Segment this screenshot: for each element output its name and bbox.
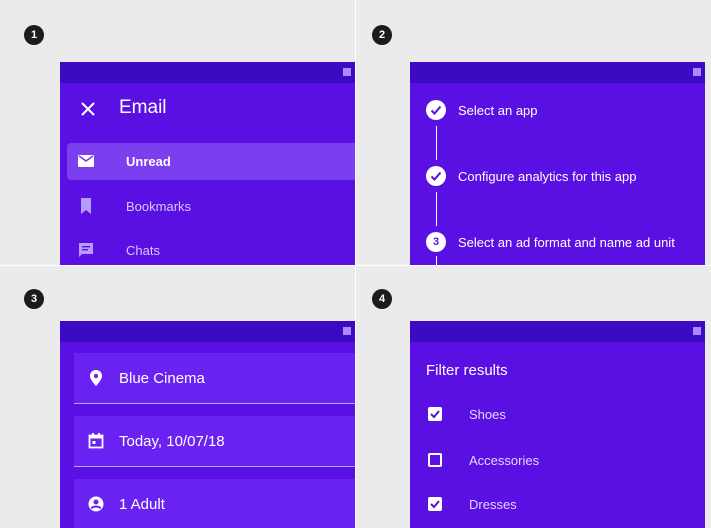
status-bar: [410, 321, 705, 342]
step-label[interactable]: Select an ad format and name ad unit: [458, 235, 675, 250]
panel-number-badge: 4: [372, 289, 392, 309]
panel-1: 1 Email Unread Bookmarks Chats: [0, 0, 355, 265]
check-icon: [430, 410, 440, 419]
stepper-screen: Select an app Configure analytics for th…: [410, 62, 705, 265]
status-indicator: [693, 327, 701, 335]
field-label: Today, 10/07/18: [119, 433, 225, 450]
step-number-badge: 3: [426, 232, 446, 252]
status-bar: [60, 321, 355, 342]
panel-number-badge: 2: [372, 25, 392, 45]
nav-item-unread[interactable]: Unread: [67, 143, 355, 180]
close-icon[interactable]: [80, 101, 96, 117]
panel-number-badge: 1: [24, 25, 44, 45]
account-icon: [88, 496, 104, 512]
status-indicator: [343, 327, 351, 335]
location-pin-icon: [90, 370, 102, 386]
field-guests[interactable]: 1 Adult: [74, 479, 355, 528]
step-connector: [436, 126, 437, 160]
nav-item-bookmarks[interactable]: Bookmarks: [67, 188, 355, 225]
filter-screen: Filter results Shoes Accessories Dresses: [410, 321, 705, 528]
panel-4: 4 Filter results Shoes Accessories Dress…: [356, 266, 711, 528]
check-icon: [430, 500, 440, 509]
calendar-icon: [88, 433, 104, 449]
step-complete-icon: [426, 166, 446, 186]
nav-item-chats[interactable]: Chats: [67, 232, 355, 265]
check-icon: [430, 105, 442, 115]
field-date[interactable]: Today, 10/07/18: [74, 416, 355, 467]
status-bar: [60, 62, 355, 83]
step-label[interactable]: Select an app: [458, 103, 538, 118]
panel-3: 3 Blue Cinema Today, 10/07/18 1 Adult: [0, 266, 355, 528]
status-bar: [410, 62, 705, 83]
step-connector: [436, 256, 437, 265]
nav-label: Unread: [126, 154, 171, 169]
field-label: Blue Cinema: [119, 370, 205, 387]
step-label[interactable]: Configure analytics for this app: [458, 169, 636, 184]
drawer-title: Email: [119, 97, 167, 118]
step-complete-icon: [426, 100, 446, 120]
status-indicator: [343, 68, 351, 76]
checkbox-label: Dresses: [469, 497, 517, 512]
nav-label: Chats: [126, 243, 160, 258]
checkbox-label: Accessories: [469, 453, 540, 468]
field-label: 1 Adult: [119, 496, 165, 513]
mail-icon: [78, 155, 94, 167]
step-connector: [436, 192, 437, 226]
checkbox-dresses[interactable]: [428, 497, 442, 511]
filter-title: Filter results: [426, 362, 508, 379]
nav-label: Bookmarks: [126, 199, 192, 214]
checkbox-label: Shoes: [469, 407, 506, 422]
panel-number-badge: 3: [24, 289, 44, 309]
check-icon: [430, 171, 442, 181]
panel-2: 2 Select an app Configure analytics for …: [356, 0, 711, 265]
field-location[interactable]: Blue Cinema: [74, 353, 355, 404]
drawer-screen: Email Unread Bookmarks Chats: [60, 62, 355, 265]
checkbox-shoes[interactable]: [428, 407, 442, 421]
chat-icon: [79, 243, 93, 257]
bookmark-icon: [81, 198, 91, 214]
status-indicator: [693, 68, 701, 76]
booking-screen: Blue Cinema Today, 10/07/18 1 Adult: [60, 321, 355, 528]
checkbox-accessories[interactable]: [428, 453, 442, 467]
